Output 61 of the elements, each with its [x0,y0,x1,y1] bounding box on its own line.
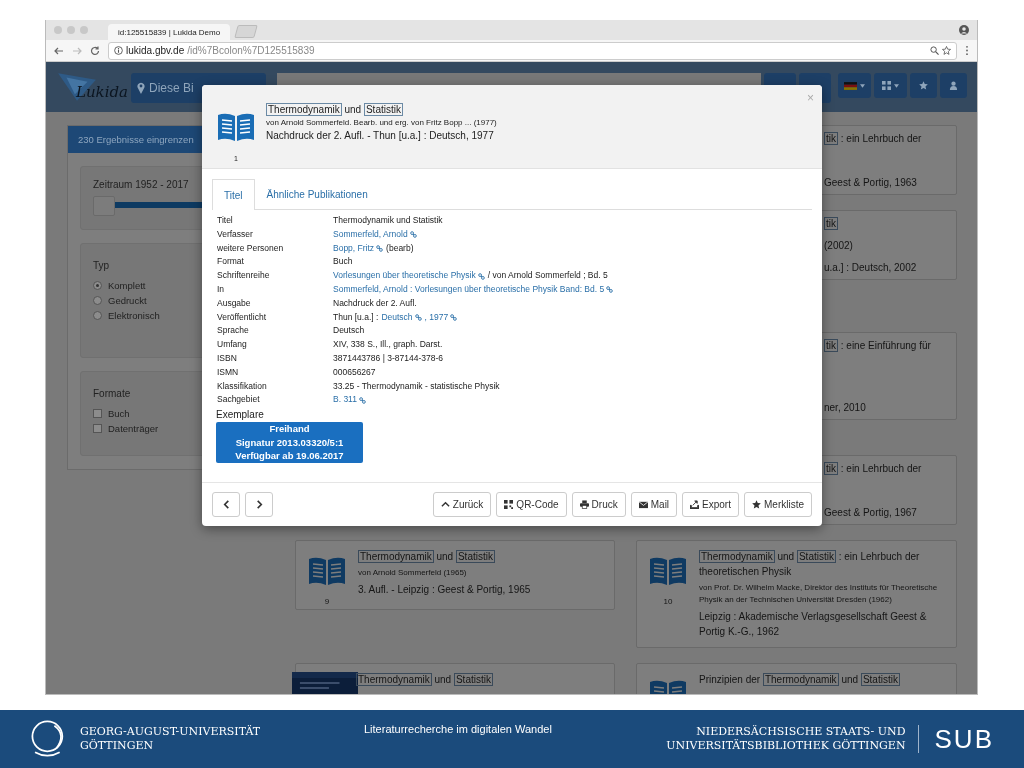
field-value: (bearb) [386,241,414,255]
field-value: 3871443786 | 3-87144-378-6 [333,351,443,365]
university-name: GEORG-AUGUST-UNIVERSITÄT [80,725,261,739]
field-label: Titel [217,214,234,227]
library-name: NIEDERSÄCHSISCHE STAATS- UND [696,725,906,739]
tab-title: id:125515839 | Lukida Demo [118,27,221,37]
result-title: Thermodynamik und Statistik : ein Lehrbuch der theoretischen Physik [699,549,921,579]
result-text: u.a.] : Deutsch, 2002 [824,262,918,273]
range-label: Zeitraum 1952 - 2017 [93,179,189,190]
result-title: Thermodynamik und Statistik [356,672,493,687]
result-title: tik : ein Lehrbuch der [824,133,923,144]
field-label: Klassifikation [217,379,268,393]
result-text: Geest & Portig, 1967 [824,507,918,518]
dialog-title: Thermodynamik und Statistik [266,104,404,115]
field-value: 33.25 - Thermodynamik - statistische Physik [333,379,500,393]
field-value: Thermodynamik und Statistik [333,214,443,227]
result-title: tik : ein Lehrbuch der [824,463,923,474]
university-name: GÖTTINGEN [80,739,155,753]
section-heading: Exemplare [216,409,265,421]
library-logo: SUB [934,723,994,755]
field-label: Sachgebiet [217,393,261,407]
result-number: 9 [324,597,330,606]
field-value: Buch [333,255,353,269]
availability-text: Verfügbar ab 19.06.2017 [235,449,344,463]
field-label: Schriftenreihe [217,269,271,283]
result-number: 10 [663,597,673,606]
result-title: tik : eine Einführung für [824,340,932,351]
filter-title: Formate [93,388,131,399]
field-value: XIV, 338 S., Ill., graph. Darst. [333,338,443,352]
field-value: / von Arnold Sommerfeld ; Bd. 5 [487,269,608,283]
result-edition: Leipzig : Akademische Verlagsgesellschaft Geest & Portig K.-G., 1962 [699,610,928,639]
result-text: Geest & Portig, 1963 [824,177,918,188]
field-value: Deutsch [333,324,365,338]
library-name: UNIVERSITÄTSBIBLIOTHEK GÖTTINGEN [666,739,906,753]
field-label: weitere Personen [217,241,285,255]
field-value: Thun [u.a.] : [333,310,379,324]
author-line: von Arnold Sommerfeld. Bearb. und erg. von Fritz Bopp ... (1977) [266,118,497,127]
result-title: tik [824,218,839,229]
field-label: Umfang [217,338,248,352]
field-label: ISBN [217,351,238,365]
slide-caption: Literaturrecherche im digitalen Wandel [364,723,552,735]
result-text: ner, 2010 [824,402,867,413]
result-title: Prinzipien der Thermodynamik und Statistik [699,672,900,687]
field-label: In [217,283,226,296]
field-label: Verfasser [217,227,254,241]
field-value: Nachdruck der 2. Aufl. [333,296,417,310]
result-author: von Arnold Sommerfeld (1965) [358,567,468,579]
field-value: 000656267 [333,365,376,379]
logo-text: Lukida [76,83,129,101]
result-author: von Prof. Dr. Wilhelm Macke, Direktor des Instituts für Theoretische Physik an der Technischen Universität Dresden (1962) [699,582,939,606]
result-edition: 3. Aufl. - Leipzig : Geest & Portig, 1965 [358,583,531,597]
filter-title: Typ [93,260,110,271]
availability-text: Signatur 2013.03320/5:1 [235,435,344,450]
field-label: Format [217,255,245,269]
result-text: (2002) [824,240,854,251]
field-label: Sprache [217,324,250,338]
field-label: ISMN [217,365,240,379]
field-label: Ausgabe [217,296,252,310]
result-title: Thermodynamik und Statistik [358,549,496,564]
field-label: Veröffentlicht [217,310,267,324]
availability-text: Freihand [269,422,310,436]
